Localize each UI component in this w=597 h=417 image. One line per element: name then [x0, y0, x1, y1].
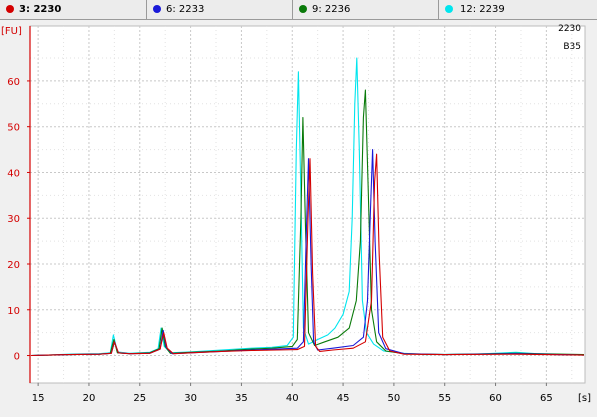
x-tick-label: 30: [184, 393, 197, 404]
y-tick-label: 40: [7, 168, 20, 179]
y-tick-label: 30: [7, 214, 20, 225]
electropherogram-window: 3: 2230 6: 2233 9: 2236 12: 2239 15 20 25 3…: [0, 0, 597, 417]
x-tick-label: 60: [489, 393, 502, 404]
x-tick-label: 35: [235, 393, 248, 404]
y-tick-label: 10: [7, 306, 20, 317]
x-tick-label: 50: [388, 393, 401, 404]
tab-sample-9[interactable]: 9: 2236: [293, 0, 439, 19]
tab-sample-6-label: 6: 2233: [166, 4, 205, 15]
y-tick-label: 20: [7, 260, 20, 271]
y-axis-label: [FU]: [1, 26, 22, 37]
tab-sample-12[interactable]: 12: 2239: [439, 0, 597, 19]
x-tick-label: 20: [83, 393, 96, 404]
tab-sample-3[interactable]: 3: 2230: [0, 0, 147, 19]
sample-name-annotation: 2230: [558, 24, 581, 34]
tab-sample-12-label: 12: 2239: [460, 4, 505, 15]
sample-6-color-dot: [153, 5, 161, 13]
x-tick-label: 45: [337, 393, 350, 404]
x-tick-label: 65: [540, 393, 553, 404]
tab-sample-6[interactable]: 6: 2233: [147, 0, 293, 19]
y-tick-label: 50: [7, 123, 20, 134]
y-tick-label: 60: [7, 77, 20, 88]
tab-sample-9-label: 9: 2236: [312, 4, 351, 15]
electropherogram-chart[interactable]: 15 20 25 30 35 40 45 50 55 60 65 0 10 20 30 40 50 60 [FU]…: [0, 20, 597, 417]
x-tick-label: 15: [32, 393, 45, 404]
y-tick-label: 0: [14, 352, 20, 363]
sample-3-color-dot: [6, 5, 14, 13]
x-axis-label: [s]: [578, 393, 591, 404]
sample-12-color-dot: [445, 5, 453, 13]
sample-tab-bar: 3: 2230 6: 2233 9: 2236 12: 2239: [0, 0, 597, 20]
tab-sample-3-label: 3: 2230: [19, 4, 62, 15]
chip-well-annotation: B35: [563, 42, 581, 52]
x-tick-label: 40: [286, 393, 299, 404]
sample-9-color-dot: [299, 5, 307, 13]
x-tick-label: 55: [438, 393, 451, 404]
x-tick-label: 25: [133, 393, 146, 404]
